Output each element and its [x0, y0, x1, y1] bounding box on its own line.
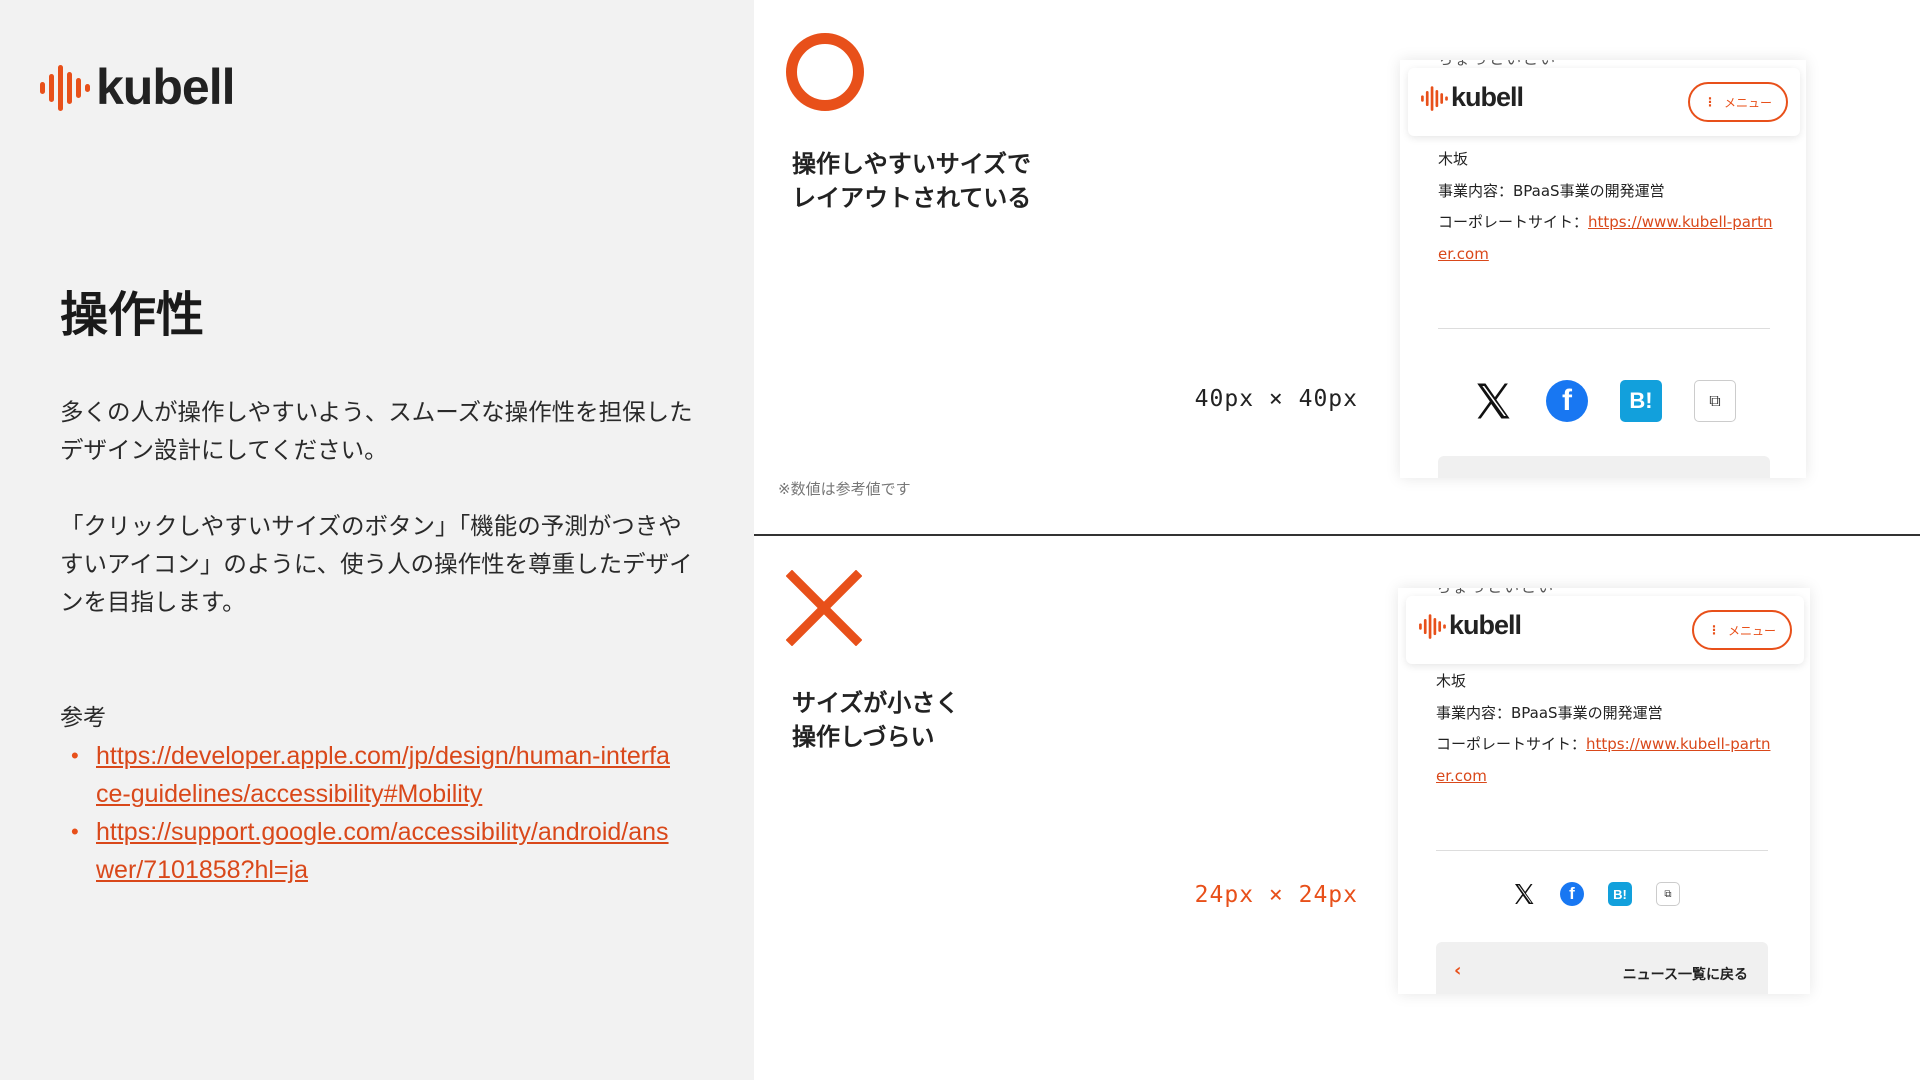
back-bar[interactable]: ‹ ニュース一覧に戻る: [1436, 942, 1768, 994]
bad-size-label: 24px × 24px: [1194, 882, 1358, 908]
reference-item: https://developer.apple.com/jp/design/hu…: [60, 737, 680, 813]
back-to-news-label: ニュース一覧に戻る: [1622, 967, 1748, 983]
cross-icon: [786, 570, 862, 646]
sound-wave-icon: [1419, 613, 1446, 639]
copy-icon[interactable]: ⧉: [1694, 380, 1736, 422]
facebook-icon[interactable]: f: [1560, 882, 1584, 906]
description-paragraph: 多くの人が操作しやすいよう、スムーズな操作性を担保したデザイン設計にしてください…: [60, 398, 693, 464]
more-vertical-icon: ⋮: [1707, 623, 1720, 637]
menu-button[interactable]: ⋮ メニュー: [1688, 82, 1788, 122]
x-icon[interactable]: [1512, 882, 1536, 906]
author-info: 木坂 事業内容：BPaaS事業の開発運営 コーポレートサイト：https://w…: [1438, 144, 1778, 270]
brand-name: kubell: [1449, 610, 1522, 640]
left-panel: kubell 操作性 多くの人が操作しやすいよう、スムーズな操作性を担保したデザ…: [0, 0, 754, 1080]
reference-link-google[interactable]: https://support.google.com/accessibility…: [96, 818, 669, 884]
reference-item: https://support.google.com/accessibility…: [60, 813, 680, 889]
site-line: コーポレートサイト：https://www.kubell-partner.com: [1436, 735, 1771, 785]
hatena-bookmark-icon[interactable]: B!: [1620, 380, 1662, 422]
author-name: 木坂: [1436, 672, 1467, 690]
author-name: 木坂: [1438, 150, 1469, 168]
share-buttons: f B! ⧉: [1472, 380, 1736, 422]
copy-icon[interactable]: ⧉: [1656, 882, 1680, 906]
good-size-label: 40px × 40px: [1194, 386, 1358, 412]
good-example-caption: 操作しやすいサイズで レイアウトされている: [792, 150, 1032, 212]
bad-example-caption: サイズが小さく 操作しづらい: [792, 689, 960, 751]
kubell-logo: kubell: [1420, 82, 1524, 113]
reference-note: ※数値は参考値です: [778, 480, 911, 498]
description-paragraph: 「クリックしやすいサイズのボタン」「機能の予測がつきやすいアイコン」のように、使…: [60, 512, 693, 616]
share-buttons: f B! ⧉: [1512, 882, 1680, 906]
brand-name: kubell: [1451, 82, 1524, 112]
author-info: 木坂 事業内容：BPaaS事業の開発運営 コーポレートサイト：https://w…: [1436, 666, 1776, 792]
sound-wave-icon: [1421, 85, 1448, 111]
menu-button[interactable]: ⋮ メニュー: [1692, 610, 1792, 650]
more-vertical-icon: ⋮: [1703, 95, 1716, 109]
sound-wave-icon: [40, 65, 90, 111]
x-icon[interactable]: [1472, 380, 1514, 422]
facebook-icon[interactable]: f: [1546, 380, 1588, 422]
reference-link-apple[interactable]: https://developer.apple.com/jp/design/hu…: [96, 742, 670, 808]
back-bar: [1438, 456, 1770, 478]
site-line: コーポレートサイト：https://www.kubell-partner.com: [1438, 213, 1773, 263]
divider: [1438, 328, 1770, 329]
divider: [1436, 850, 1768, 851]
phone-mockup-bad: ちょっといこい kubell ⋮ メニュー 木坂 事業内容：BPaaS事業の開発…: [1398, 588, 1810, 994]
menu-label: メニュー: [1727, 623, 1776, 638]
hatena-bookmark-icon[interactable]: B!: [1608, 882, 1632, 906]
reference-label: 参考: [60, 705, 106, 731]
chevron-left-icon: ‹: [1454, 960, 1462, 981]
kubell-logo: kubell: [1418, 610, 1522, 641]
brand-name: kubell: [96, 59, 235, 115]
business-line: 事業内容：BPaaS事業の開発運営: [1438, 181, 1665, 200]
reference-list: https://developer.apple.com/jp/design/hu…: [60, 737, 680, 889]
business-line: 事業内容：BPaaS事業の開発運営: [1436, 703, 1663, 722]
kubell-logo: kubell: [38, 58, 235, 116]
mockup-header: kubell ⋮ メニュー: [1408, 68, 1800, 136]
phone-mockup-good: ちょっといこい kubell ⋮ メニュー 木坂 事業内容：BPaaS事業の開発…: [1400, 60, 1806, 478]
circle-icon: [786, 33, 864, 111]
menu-label: メニュー: [1723, 95, 1772, 110]
section-divider: [754, 534, 1920, 536]
page-title: 操作性: [60, 287, 205, 343]
mockup-header: kubell ⋮ メニュー: [1406, 596, 1804, 664]
